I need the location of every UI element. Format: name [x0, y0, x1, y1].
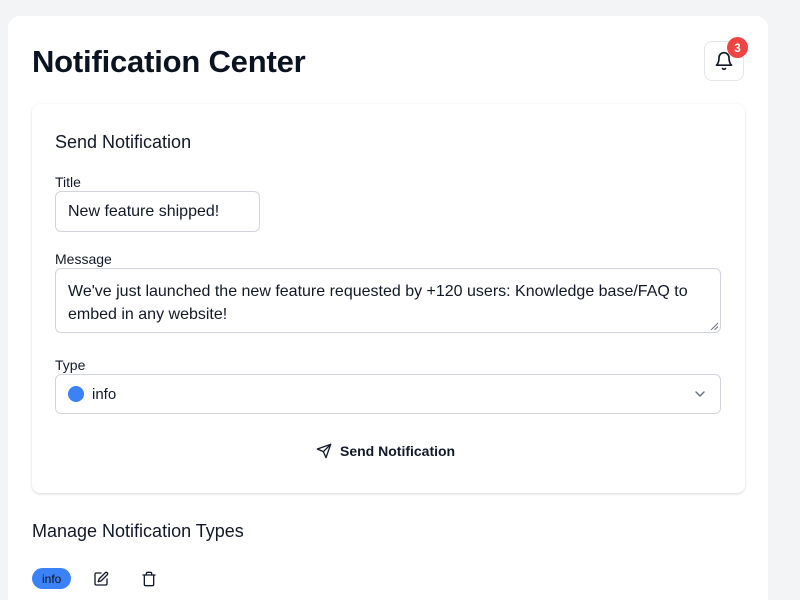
- send-notification-label: Send Notification: [340, 443, 456, 459]
- send-notification-heading: Send Notification: [55, 132, 192, 152]
- edit-type-button[interactable]: [90, 568, 112, 590]
- type-chip-info: info: [32, 568, 72, 589]
- type-color-dot: [68, 386, 84, 402]
- unread-count-badge: 3: [727, 37, 748, 58]
- message-text: We've just launched the new feature requ…: [68, 283, 688, 323]
- type-select[interactable]: info: [55, 374, 721, 414]
- notification-center-panel: Notification Center 3 Send Notification …: [8, 16, 768, 600]
- page-title: Notification Center: [32, 44, 306, 79]
- send-icon: [316, 443, 332, 459]
- delete-type-button[interactable]: [138, 568, 160, 590]
- title-label: Title: [55, 174, 81, 190]
- send-notification-button[interactable]: Send Notification: [316, 439, 455, 463]
- type-label: Type: [55, 357, 86, 373]
- send-notification-card: Send Notification Title New feature ship…: [32, 104, 745, 493]
- title-input[interactable]: New feature shipped!: [55, 191, 260, 232]
- manage-types-heading: Manage Notification Types: [32, 521, 244, 541]
- edit-icon: [94, 571, 109, 586]
- type-select-value: info: [92, 385, 117, 403]
- message-label: Message: [55, 251, 112, 267]
- message-textarea[interactable]: We've just launched the new feature requ…: [55, 268, 721, 333]
- chevron-down-icon: [695, 391, 705, 397]
- trash-icon: [142, 571, 156, 587]
- resize-handle-icon[interactable]: [710, 322, 718, 330]
